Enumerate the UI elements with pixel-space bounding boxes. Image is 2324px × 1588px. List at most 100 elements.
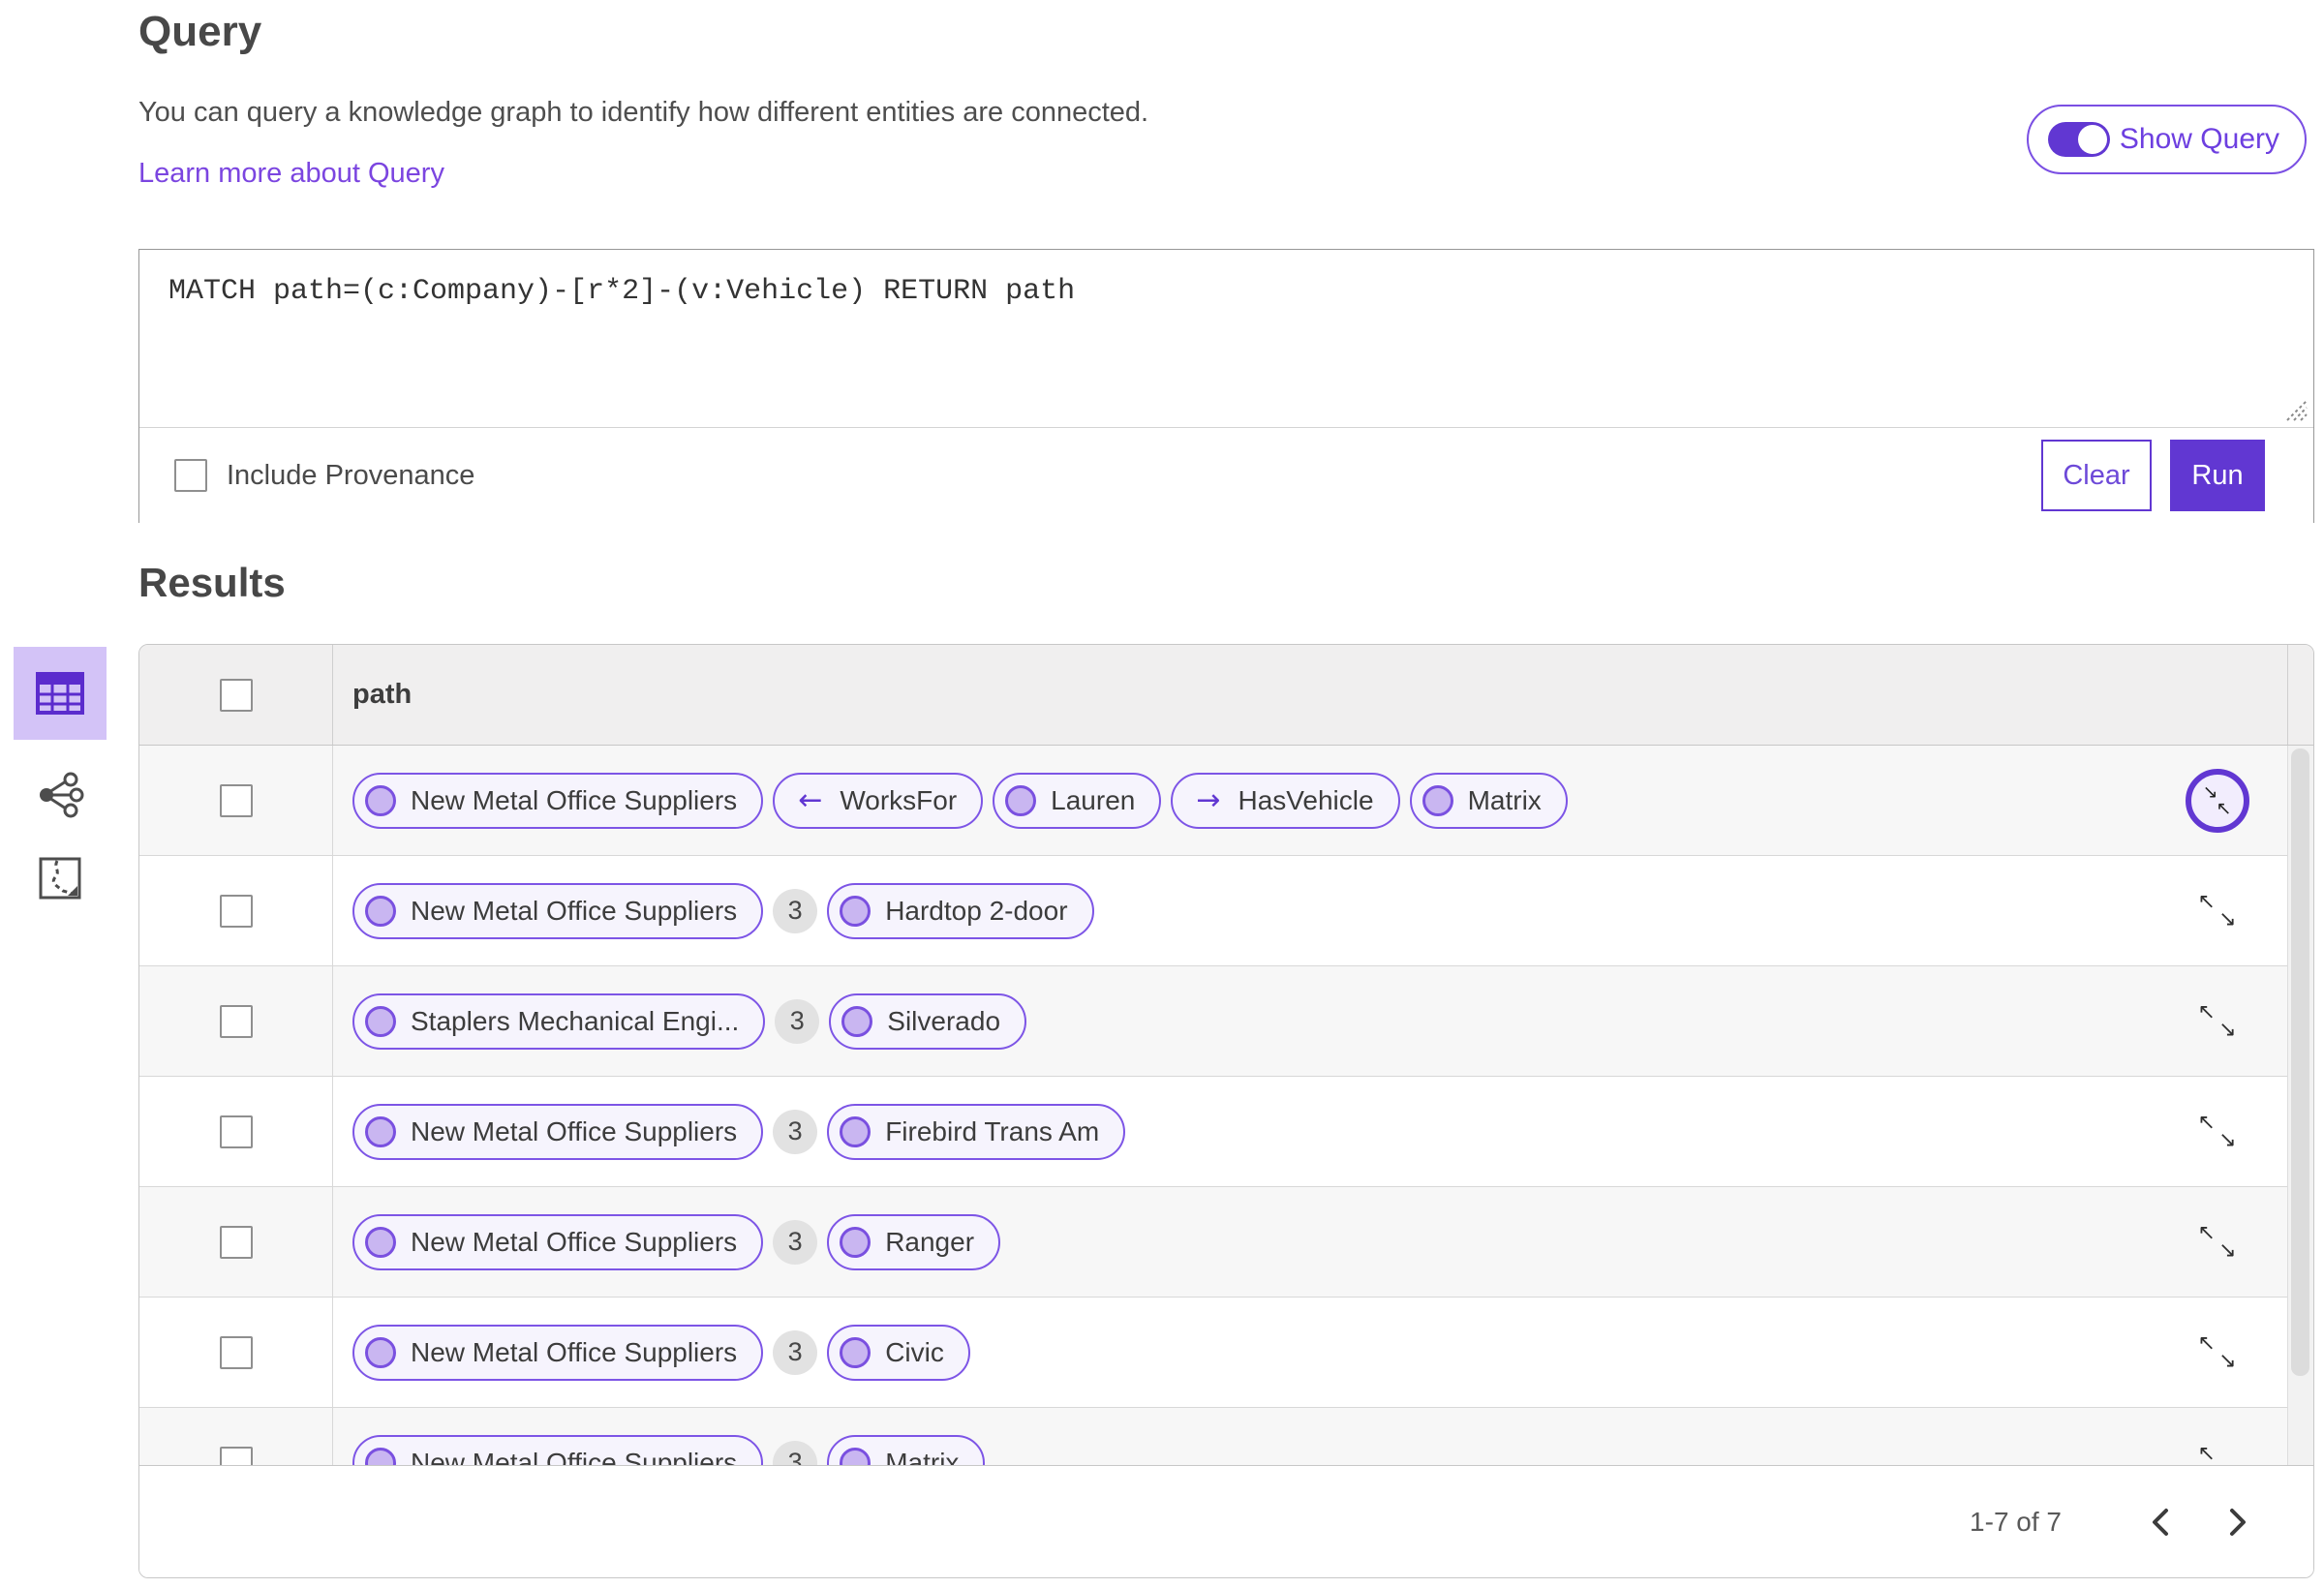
table-icon	[36, 672, 84, 715]
entity-chip[interactable]: Civic	[827, 1324, 970, 1381]
sidebar-item-table-view[interactable]	[14, 647, 107, 740]
relation-count-badge: 3	[773, 1219, 818, 1265]
collapse-row-button[interactable]: ↘ ↖	[2185, 768, 2249, 833]
expand-arrow-icon: ↖	[2197, 1441, 2216, 1465]
sidebar-item-graph-view[interactable]	[14, 757, 107, 833]
chip-label: Firebird Trans Am	[885, 1115, 1100, 1146]
entity-chip[interactable]: New Metal Office Suppliers	[352, 882, 764, 939]
scrollbar-thumb[interactable]	[2291, 748, 2309, 1376]
entity-chip[interactable]: Matrix	[827, 1434, 986, 1465]
table-row: Staplers Mechanical Engi... 3 Silverado ↖ ↘	[139, 966, 2313, 1077]
row-checkbox-cell	[139, 966, 333, 1076]
path-cell: New Metal Office Suppliers 3 Ranger	[333, 1213, 2147, 1270]
entity-chip[interactable]: Silverado	[829, 992, 1027, 1050]
entity-chip[interactable]: Lauren	[993, 772, 1162, 829]
row-checkbox[interactable]	[219, 894, 253, 928]
entity-chip[interactable]: Staplers Mechanical Engi...	[352, 992, 766, 1050]
chip-label: WorksFor	[840, 784, 958, 815]
expand-row-button[interactable]: ↖↘	[2198, 891, 2237, 931]
row-checkbox[interactable]	[219, 783, 253, 817]
chip-label: HasVehicle	[1238, 784, 1374, 815]
page-title: Query	[138, 8, 262, 55]
chip-label: Matrix	[1467, 784, 1542, 815]
expand-row-button[interactable]: ↖↘	[2197, 1441, 2237, 1465]
include-provenance-checkbox[interactable]	[174, 459, 207, 492]
row-checkbox[interactable]	[219, 1004, 253, 1038]
chip-label: New Metal Office Suppliers	[411, 1226, 738, 1257]
learn-more-link[interactable]: Learn more about Query	[138, 158, 444, 190]
entity-chip[interactable]: Ranger	[827, 1213, 1001, 1270]
pagination-range-label: 1-7 of 7	[1970, 1506, 2062, 1537]
entity-chip[interactable]: New Metal Office Suppliers	[352, 1434, 764, 1466]
relation-chip[interactable]: → HasVehicle	[1171, 772, 1400, 829]
include-provenance-label: Include Provenance	[227, 459, 475, 491]
row-checkbox[interactable]	[219, 1225, 253, 1259]
query-page: Query You can query a knowledge graph to…	[0, 0, 2324, 1588]
row-checkbox-cell	[139, 1408, 333, 1465]
entity-node-icon	[365, 1005, 396, 1037]
table-row: New Metal Office Suppliers 3 Ranger ↖ ↘	[139, 1187, 2313, 1298]
previous-page-button[interactable]	[2133, 1495, 2187, 1549]
expand-arrow-icon: ↘	[2218, 1460, 2236, 1465]
entity-node-icon	[1005, 784, 1037, 816]
select-area-icon	[39, 857, 81, 900]
vertical-scrollbar[interactable]	[2287, 746, 2313, 1465]
toggle-knob	[2077, 125, 2107, 154]
entity-chip[interactable]: Firebird Trans Am	[827, 1103, 1126, 1160]
next-page-button[interactable]	[2211, 1495, 2265, 1549]
path-cell: Staplers Mechanical Engi... 3 Silverado	[333, 992, 2147, 1050]
chip-label: Staplers Mechanical Engi...	[411, 1005, 740, 1036]
row-checkbox[interactable]	[219, 1335, 253, 1369]
entity-chip[interactable]: New Metal Office Suppliers	[352, 1213, 764, 1270]
pagination-bar: 1-7 of 7	[139, 1465, 2313, 1577]
expand-cell: ↖↘	[2147, 1332, 2287, 1372]
clear-button[interactable]: Clear	[2041, 440, 2152, 511]
show-query-toggle[interactable]: Show Query	[2026, 105, 2307, 174]
chip-label: New Metal Office Suppliers	[411, 1336, 738, 1367]
entity-chip[interactable]: New Metal Office Suppliers	[352, 1103, 764, 1160]
entity-node-icon	[365, 1447, 396, 1465]
select-all-checkbox[interactable]	[219, 678, 253, 712]
chip-label: Civic	[885, 1336, 944, 1367]
expand-row-button[interactable]: ↖↘	[2198, 1332, 2237, 1372]
page-description: You can query a knowledge graph to ident…	[138, 97, 1149, 128]
row-checkbox-cell	[139, 1077, 333, 1186]
entity-node-icon	[1422, 784, 1453, 816]
relation-count-badge: 3	[773, 1109, 818, 1154]
entity-chip[interactable]: New Metal Office Suppliers	[352, 772, 764, 829]
expand-arrow-icon: ↘	[2218, 1127, 2237, 1152]
entity-node-icon	[365, 1226, 396, 1258]
run-button[interactable]: Run	[2170, 440, 2265, 511]
results-table: path New Metal Office Suppliers ← WorksFor…	[138, 644, 2314, 1578]
sidebar-item-map-view[interactable]	[14, 840, 107, 916]
table-row: New Metal Office Suppliers 3 Hardtop 2-doo…	[139, 856, 2313, 966]
relation-count-badge: 3	[773, 1329, 818, 1375]
chip-label: New Metal Office Suppliers	[411, 1447, 738, 1466]
scrollbar-header-cell	[2287, 645, 2313, 745]
show-query-label: Show Query	[2119, 123, 2279, 155]
relation-chip[interactable]: ← WorksFor	[773, 772, 984, 829]
expand-row-button[interactable]: ↖↘	[2197, 1220, 2237, 1262]
expand-row-button[interactable]: ↖↘	[2197, 1110, 2237, 1152]
chip-label: New Metal Office Suppliers	[411, 1115, 738, 1146]
query-textarea[interactable]: MATCH path=(c:Company)-[r*2]-(v:Vehicle)…	[139, 250, 2313, 427]
entity-node-icon	[840, 1115, 872, 1147]
entity-chip[interactable]: Matrix	[1409, 772, 1568, 829]
relation-count-badge: 3	[773, 1440, 818, 1465]
toggle-switch-icon[interactable]	[2047, 122, 2110, 157]
resize-handle-icon[interactable]	[2281, 395, 2309, 422]
expand-arrow-icon: ↖	[2197, 1220, 2216, 1245]
row-checkbox[interactable]	[219, 1115, 253, 1148]
row-checkbox[interactable]	[219, 1446, 253, 1465]
entity-chip[interactable]: New Metal Office Suppliers	[352, 1324, 764, 1381]
expand-row-button[interactable]: ↖↘	[2197, 999, 2237, 1041]
row-checkbox-cell	[139, 1187, 333, 1297]
path-cell: New Metal Office Suppliers 3 Civic	[333, 1324, 2147, 1381]
entity-chip[interactable]: Hardtop 2-door	[827, 882, 1094, 939]
expand-arrow-icon: ↖	[2197, 999, 2216, 1024]
chevron-right-icon	[2230, 1508, 2246, 1536]
relation-count-badge: 3	[775, 998, 820, 1044]
expand-cell: ↖↘	[2147, 1220, 2287, 1262]
chevron-left-icon	[2153, 1508, 2168, 1536]
expand-arrow-icon: ↖	[2197, 1110, 2216, 1135]
